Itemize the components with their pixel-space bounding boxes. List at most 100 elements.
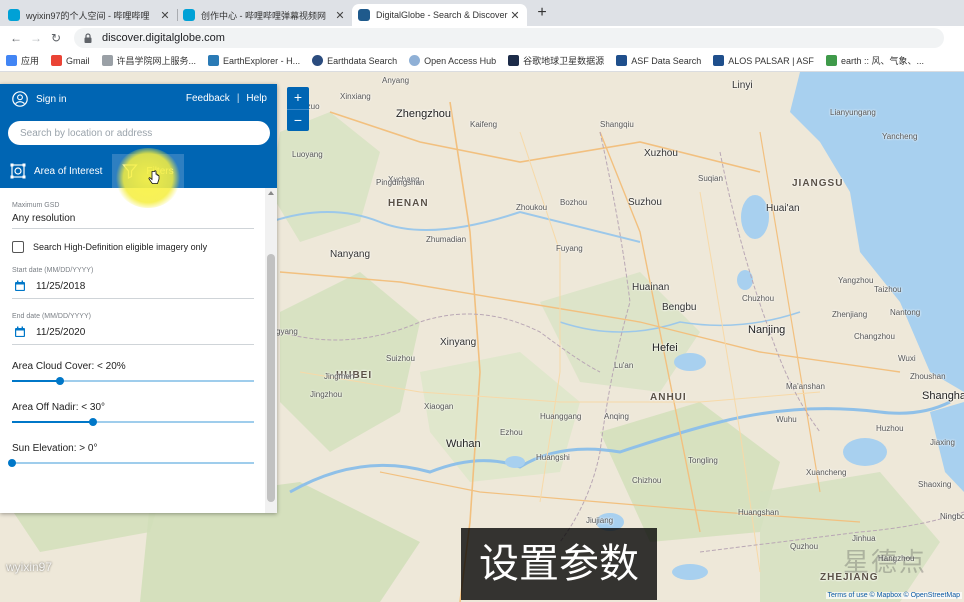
- bookmark-alos-palsar[interactable]: ALOS PALSAR | ASF: [713, 55, 814, 66]
- start-date-label: Start date (MM/DD/YYYY): [12, 267, 94, 274]
- off-nadir-slider[interactable]: [12, 417, 254, 427]
- calendar-icon: [15, 326, 25, 337]
- hd-imagery-checkbox[interactable]: Search High-Definition eligible imagery …: [12, 241, 253, 253]
- map-attribution[interactable]: Terms of use © Mapbox © OpenStreetMap: [825, 592, 962, 599]
- off-nadir-label: Area Off Nadir: < 30°: [12, 402, 106, 413]
- tab-digitalglobe[interactable]: DigitalGlobe - Search & Discover ✕: [352, 4, 527, 26]
- map-label: Ma'anshan: [786, 382, 825, 391]
- max-gsd-label: Maximum GSD: [12, 202, 60, 209]
- checkbox-box[interactable]: [12, 241, 24, 253]
- globe-icon: [101, 55, 113, 66]
- zoom-control: + −: [287, 87, 309, 131]
- user-icon: [12, 91, 28, 107]
- map-label: Zhoukou: [516, 203, 548, 212]
- cloud-cover-slider[interactable]: [12, 376, 254, 386]
- header-links: Feedback | Help: [186, 93, 267, 104]
- gmail-icon: [51, 55, 63, 66]
- map-label: Huangshi: [536, 453, 570, 462]
- map-label: Lu'an: [614, 361, 634, 370]
- address-bar[interactable]: discover.digitalglobe.com: [74, 28, 944, 48]
- close-icon[interactable]: ✕: [509, 9, 521, 22]
- bookmark-earth-wind[interactable]: earth :: 风、气象、...: [825, 54, 924, 67]
- bookmark-label: ASF Data Search: [631, 55, 702, 66]
- close-icon[interactable]: ✕: [159, 9, 171, 22]
- bookmark-label: Open Access Hub: [424, 55, 497, 66]
- map-label: Wuhan: [446, 438, 481, 450]
- slider-handle[interactable]: [89, 418, 97, 426]
- map-label: Nanjing: [748, 324, 786, 336]
- bookmark-xuchang[interactable]: 许昌学院网上服务...: [101, 54, 196, 67]
- tab-bilibili-creator[interactable]: 创作中心 - 哔哩哔哩弹幕视频网 ✕: [177, 4, 352, 26]
- location-search-input[interactable]: [8, 121, 270, 145]
- map-label: Zhumadian: [426, 235, 467, 244]
- video-watermark: wyixin97: [6, 560, 53, 574]
- map-label: Huainan: [632, 282, 670, 293]
- tab-label: Area of Interest: [34, 165, 103, 177]
- map-label: Xiaogan: [424, 402, 454, 411]
- bookmark-earthexplorer[interactable]: EarthExplorer - H...: [208, 55, 300, 66]
- forward-arrow-icon[interactable]: →: [26, 31, 46, 45]
- map-label: Hefei: [652, 342, 678, 354]
- earth-icon: [825, 55, 837, 66]
- hand-cursor-icon: [148, 170, 160, 184]
- tab-title: DigitalGlobe - Search & Discover: [376, 10, 508, 20]
- map-label: Shanghai: [922, 390, 964, 402]
- map-label: Shaoxing: [918, 480, 952, 489]
- tab-area-of-interest[interactable]: Area of Interest: [0, 154, 112, 188]
- map-label: Zhenjiang: [832, 310, 868, 319]
- map-label: Wuhu: [776, 415, 797, 424]
- bookmark-gmail[interactable]: Gmail: [51, 55, 90, 66]
- zoom-in-button[interactable]: +: [287, 87, 309, 109]
- map-canvas[interactable]: HENAN JIANGSU HUBEI ANHUI ZHEJIANG Zheng…: [0, 72, 964, 602]
- bookmark-label: Gmail: [66, 55, 90, 66]
- bookmarks-bar: 应用 Gmail 许昌学院网上服务... EarthExplorer - H..…: [0, 50, 964, 72]
- max-gsd-select[interactable]: Any resolution: [12, 209, 254, 229]
- sign-in-label: Sign in: [36, 93, 67, 105]
- browser-toolbar: ← → ↻ discover.digitalglobe.com: [0, 26, 964, 50]
- bookmark-open-access-hub[interactable]: Open Access Hub: [409, 55, 496, 66]
- map-label: Huangshan: [738, 508, 779, 517]
- bilibili-favicon-icon: [8, 9, 20, 21]
- bookmark-asf[interactable]: ASF Data Search: [616, 55, 701, 66]
- area-of-interest-icon: [10, 163, 26, 179]
- map-label: Taizhou: [874, 285, 902, 294]
- map-label: Xinxiang: [340, 92, 371, 101]
- end-date-field[interactable]: 11/25/2020: [12, 320, 254, 345]
- reload-icon[interactable]: ↻: [46, 31, 66, 45]
- bookmark-label: EarthExplorer - H...: [223, 55, 301, 66]
- map-label: Pingdingshan: [376, 178, 425, 187]
- help-link[interactable]: Help: [246, 93, 267, 104]
- map-label: Fuyang: [556, 244, 583, 253]
- lock-icon: [84, 33, 92, 43]
- tab-title: wyixin97的个人空间 - 哔哩哔哩: [26, 10, 150, 21]
- divider: |: [236, 93, 240, 104]
- scrollbar-thumb[interactable]: [267, 254, 275, 502]
- map-label: Yangzhou: [838, 276, 874, 285]
- map-label: Nanyang: [330, 249, 371, 260]
- new-tab-button[interactable]: +: [531, 3, 553, 25]
- digitalglobe-favicon-icon: [358, 9, 370, 21]
- back-arrow-icon[interactable]: ←: [6, 31, 26, 45]
- map-label: Suqian: [698, 174, 723, 183]
- start-date-value: 11/25/2018: [36, 280, 86, 292]
- map-label: Suzhou: [628, 197, 662, 208]
- scroll-up-arrow-icon[interactable]: [268, 191, 274, 195]
- slider-handle[interactable]: [56, 377, 64, 385]
- asf-icon: [616, 55, 628, 66]
- sun-elevation-slider[interactable]: [8, 458, 254, 468]
- sign-in-link[interactable]: Sign in: [12, 91, 67, 107]
- slider-fill: [12, 421, 93, 423]
- start-date-field[interactable]: 11/25/2018: [12, 274, 254, 299]
- bookmark-label: Earthdata Search: [327, 55, 398, 66]
- map-label: Anqing: [604, 412, 629, 421]
- slider-handle[interactable]: [8, 459, 16, 467]
- close-icon[interactable]: ✕: [334, 9, 346, 22]
- zoom-out-button[interactable]: −: [287, 109, 309, 131]
- map-label: Huai'an: [766, 203, 800, 214]
- bookmark-google-earth-data[interactable]: 谷歌地球卫星数据源: [508, 54, 604, 67]
- bookmark-earthdata[interactable]: Earthdata Search: [312, 55, 397, 66]
- bookmark-apps[interactable]: 应用: [6, 54, 39, 67]
- tab-bilibili-space[interactable]: wyixin97的个人空间 - 哔哩哔哩 ✕: [2, 4, 177, 26]
- feedback-link[interactable]: Feedback: [186, 93, 230, 104]
- panel-scrollbar[interactable]: [265, 188, 277, 513]
